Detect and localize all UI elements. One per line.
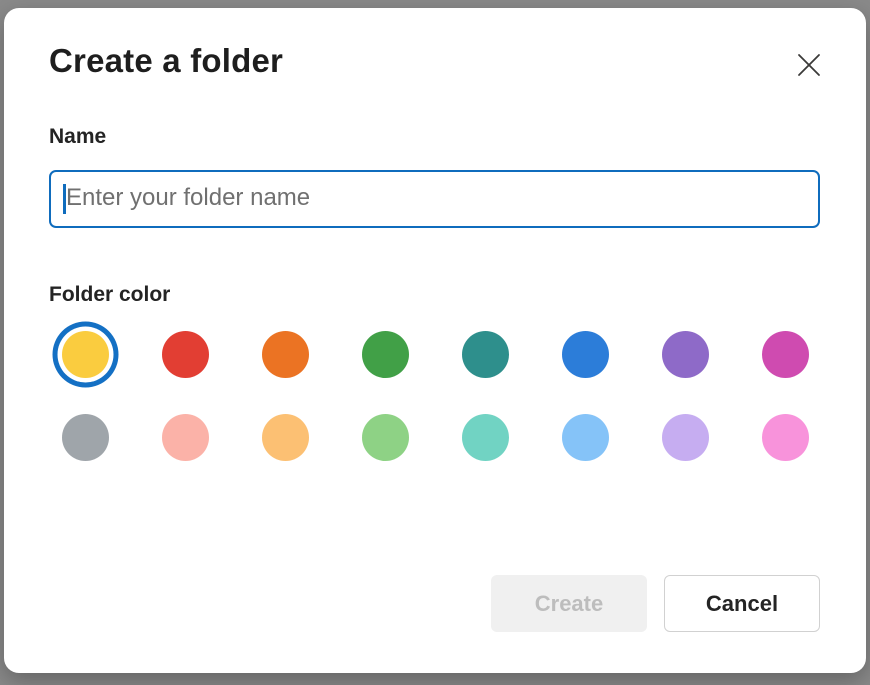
name-label: Name <box>49 125 820 149</box>
dialog-title: Create a folder <box>49 42 283 80</box>
close-button[interactable] <box>792 48 826 82</box>
color-swatch-magenta[interactable] <box>762 331 809 378</box>
color-swatch-red[interactable] <box>162 331 209 378</box>
close-icon <box>796 52 822 78</box>
color-swatch-light-red[interactable] <box>162 414 209 461</box>
folder-name-input[interactable] <box>49 170 820 228</box>
color-swatch-green[interactable] <box>362 331 409 378</box>
color-swatch-gray[interactable] <box>62 414 109 461</box>
color-swatch-light-teal[interactable] <box>462 414 509 461</box>
dialog-footer: Create Cancel <box>491 575 820 632</box>
color-swatch-light-orange[interactable] <box>262 414 309 461</box>
color-swatch-light-green[interactable] <box>362 414 409 461</box>
create-folder-dialog: Create a folder Name Folder color Create… <box>4 8 866 673</box>
color-swatch-yellow[interactable] <box>62 331 109 378</box>
color-swatch-light-pink[interactable] <box>762 414 809 461</box>
color-swatch-orange[interactable] <box>262 331 309 378</box>
color-swatch-teal[interactable] <box>462 331 509 378</box>
folder-color-swatch-grid <box>62 331 862 461</box>
name-input-wrap <box>49 170 820 228</box>
dialog-header: Create a folder <box>49 42 820 82</box>
cancel-button[interactable]: Cancel <box>664 575 820 632</box>
color-swatch-purple[interactable] <box>662 331 709 378</box>
create-button[interactable]: Create <box>491 575 647 632</box>
folder-color-label: Folder color <box>49 283 820 307</box>
color-swatch-blue[interactable] <box>562 331 609 378</box>
color-swatch-light-blue[interactable] <box>562 414 609 461</box>
color-swatch-light-purple[interactable] <box>662 414 709 461</box>
